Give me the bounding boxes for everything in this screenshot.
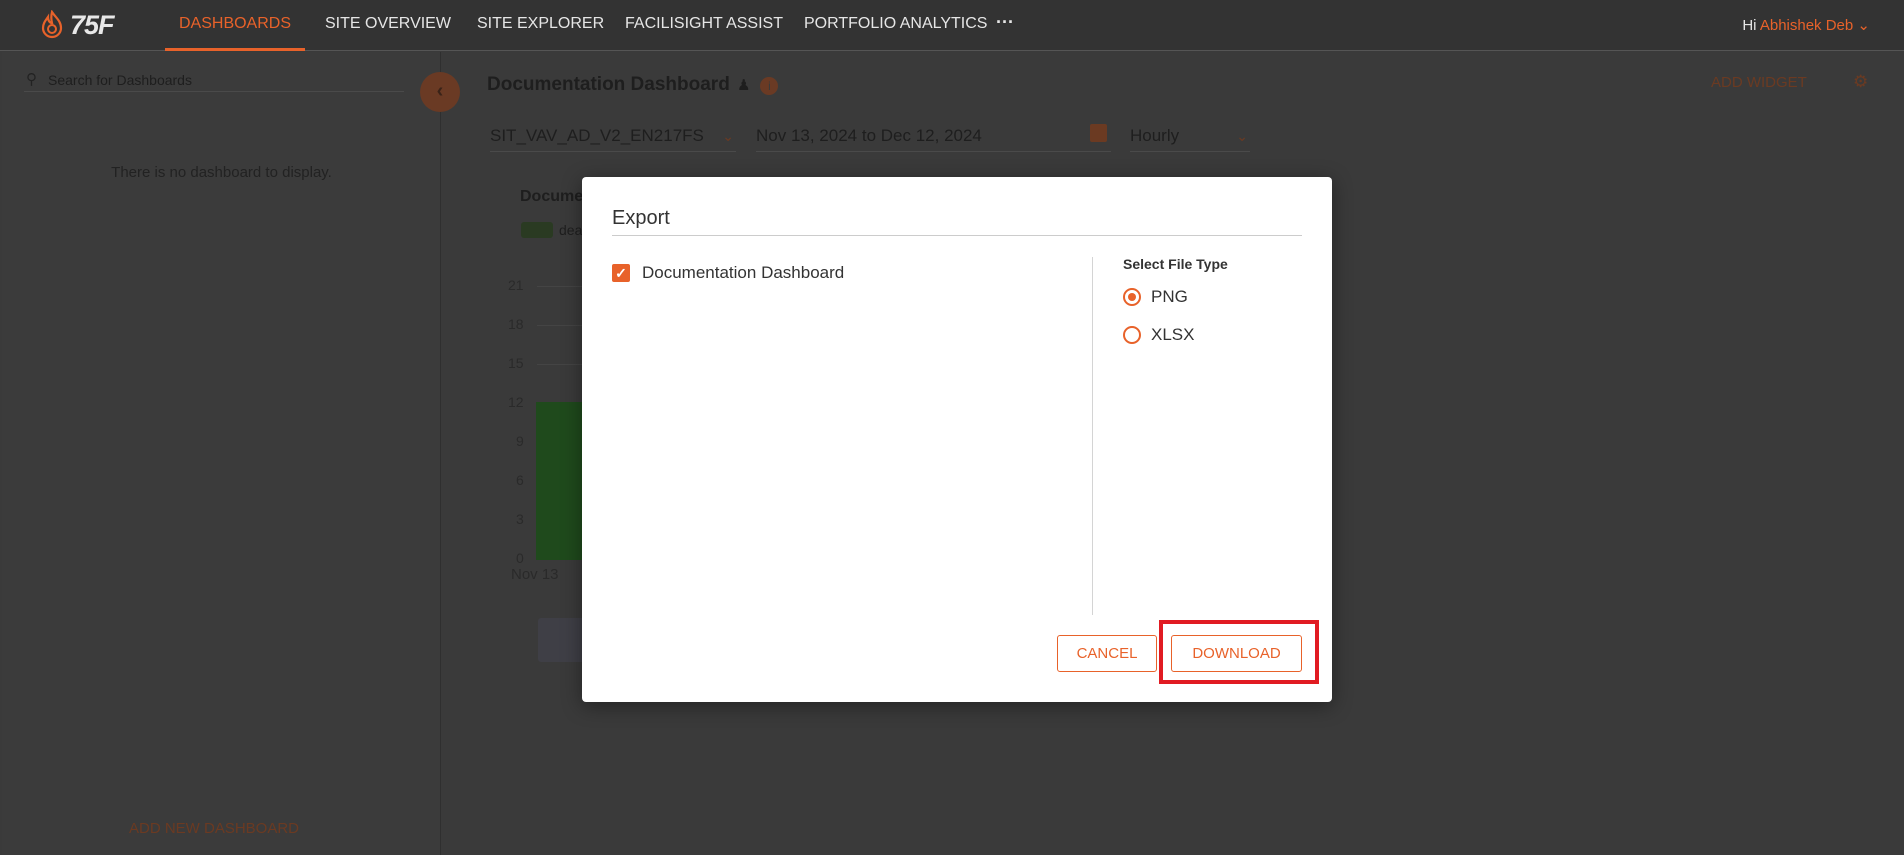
dialog-title: Export bbox=[612, 207, 670, 229]
file-type-title: Select File Type bbox=[1123, 256, 1228, 272]
cancel-button[interactable]: CANCEL bbox=[1057, 635, 1157, 672]
radio-png[interactable]: PNG bbox=[1123, 287, 1188, 307]
download-highlight-box bbox=[1159, 620, 1319, 684]
divider bbox=[612, 235, 1302, 236]
radio-label-png[interactable]: PNG bbox=[1151, 287, 1188, 307]
radio-selected-icon[interactable] bbox=[1123, 288, 1141, 306]
radio-unselected-icon[interactable] bbox=[1123, 326, 1141, 344]
checkbox-label[interactable]: Documentation Dashboard bbox=[642, 263, 844, 283]
vertical-divider bbox=[1092, 257, 1093, 615]
dashboard-checkbox-row[interactable]: ✓ Documentation Dashboard bbox=[612, 263, 844, 283]
checkbox-checked-icon[interactable]: ✓ bbox=[612, 264, 630, 282]
radio-xlsx[interactable]: XLSX bbox=[1123, 325, 1194, 345]
radio-label-xlsx[interactable]: XLSX bbox=[1151, 325, 1194, 345]
